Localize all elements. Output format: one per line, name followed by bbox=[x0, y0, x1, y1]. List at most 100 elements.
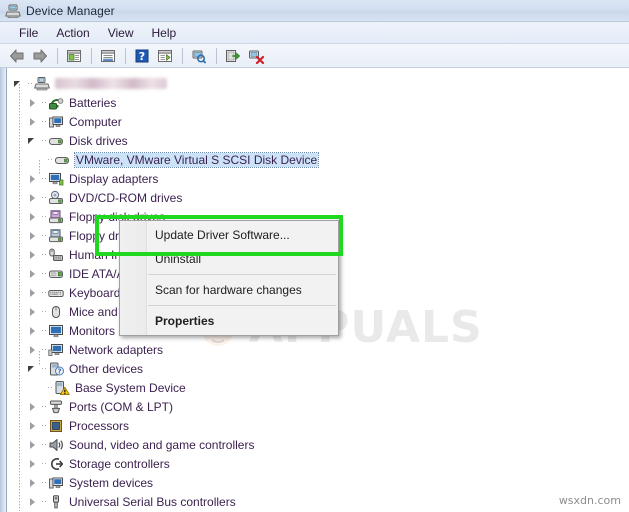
site-credit-text: wsxdn.com bbox=[558, 494, 621, 507]
properties-icon[interactable] bbox=[97, 46, 119, 66]
ctx-uninstall[interactable]: Uninstall bbox=[120, 247, 338, 271]
unknown-device-warning-icon bbox=[54, 380, 70, 396]
expander-collapsed-icon[interactable] bbox=[27, 306, 38, 317]
expander-collapsed-icon[interactable] bbox=[27, 344, 38, 355]
svg-text:?: ? bbox=[57, 367, 61, 375]
tree-item-disk-drives[interactable]: Disk drives bbox=[7, 131, 629, 150]
forward-arrow-icon[interactable] bbox=[29, 46, 51, 66]
expander-collapsed-icon[interactable] bbox=[27, 211, 38, 222]
tree-item-sound-video-game-controllers[interactable]: Sound, video and game controllers bbox=[7, 435, 629, 454]
menu-view[interactable]: View bbox=[99, 24, 143, 42]
menu-help[interactable]: Help bbox=[143, 24, 186, 42]
expander-collapsed-icon[interactable] bbox=[27, 268, 38, 279]
tree-guide-line-root bbox=[19, 84, 20, 511]
expander-collapsed-icon[interactable] bbox=[27, 116, 38, 127]
disk-drive-icon bbox=[48, 133, 64, 149]
expander-collapsed-icon[interactable] bbox=[27, 249, 38, 260]
tree-item-batteries[interactable]: Batteries bbox=[7, 93, 629, 112]
expander-collapsed-icon[interactable] bbox=[27, 325, 38, 336]
tree-item-label: Batteries bbox=[69, 95, 117, 110]
tree-item-other-devices[interactable]: ? Other devices bbox=[7, 359, 629, 378]
context-menu-separator-1 bbox=[148, 274, 336, 275]
computer-icon bbox=[48, 114, 64, 130]
tree-item-storage-controllers[interactable]: Storage controllers bbox=[7, 454, 629, 473]
toolbar-separator-5 bbox=[216, 47, 217, 64]
menu-action[interactable]: Action bbox=[47, 24, 98, 42]
update-driver-icon[interactable] bbox=[222, 46, 244, 66]
expander-expanded-icon[interactable] bbox=[27, 135, 38, 146]
tree-guide-line-disk bbox=[39, 160, 40, 174]
tree-guide-dots bbox=[41, 363, 48, 374]
floppy-drive-icon bbox=[48, 209, 64, 225]
expander-collapsed-icon[interactable] bbox=[27, 97, 38, 108]
tree-item-universal-serial-bus-controllers[interactable]: Universal Serial Bus controllers bbox=[7, 492, 629, 511]
tree-item-processors[interactable]: Processors bbox=[7, 416, 629, 435]
storage-controller-icon bbox=[48, 456, 64, 472]
usb-icon bbox=[48, 494, 64, 510]
ctx-properties[interactable]: Properties bbox=[120, 309, 338, 333]
ctx-scan-for-hardware-changes[interactable]: Scan for hardware changes bbox=[120, 278, 338, 302]
tree-item-display-adapters[interactable]: Display adapters bbox=[7, 169, 629, 188]
sound-icon bbox=[48, 437, 64, 453]
menu-file[interactable]: File bbox=[10, 24, 47, 42]
back-arrow-icon[interactable] bbox=[6, 46, 28, 66]
computer-root-icon bbox=[34, 76, 50, 92]
expander-collapsed-icon[interactable] bbox=[27, 401, 38, 412]
tree-guide-dots bbox=[41, 325, 48, 336]
tree-item-vmware-scsi-disk[interactable]: VMware, VMware Virtual S SCSI Disk Devic… bbox=[7, 150, 629, 169]
expander-collapsed-icon[interactable] bbox=[27, 420, 38, 431]
network-adapter-icon bbox=[48, 342, 64, 358]
toolbar-separator-1 bbox=[57, 47, 58, 64]
tree-item-ports-com-lpt[interactable]: Ports (COM & LPT) bbox=[7, 397, 629, 416]
show-hide-action-pane-icon[interactable] bbox=[154, 46, 176, 66]
tree-item-label: Disk drives bbox=[69, 133, 128, 148]
ports-icon bbox=[48, 399, 64, 415]
expander-collapsed-icon[interactable] bbox=[27, 439, 38, 450]
tree-guide-dots bbox=[41, 420, 48, 431]
expander-expanded-icon[interactable] bbox=[27, 363, 38, 374]
menu-bar: File Action View Help bbox=[0, 22, 629, 44]
root-label-redacted bbox=[55, 78, 167, 89]
tree-item-system-devices[interactable]: System devices bbox=[7, 473, 629, 492]
tree-item-label: Universal Serial Bus controllers bbox=[69, 494, 236, 509]
tree-guide-dots bbox=[41, 116, 48, 127]
help-icon[interactable]: ? bbox=[131, 46, 153, 66]
expander-collapsed-icon[interactable] bbox=[27, 230, 38, 241]
toolbar-separator-4 bbox=[182, 47, 183, 64]
tree-item-label: Keyboards bbox=[69, 285, 127, 300]
system-devices-icon bbox=[48, 475, 64, 491]
ide-controller-icon bbox=[48, 266, 64, 282]
expander-collapsed-icon[interactable] bbox=[27, 477, 38, 488]
processor-icon bbox=[48, 418, 64, 434]
tree-item-network-adapters[interactable]: Network adapters bbox=[7, 340, 629, 359]
tree-guide-dots bbox=[41, 306, 48, 317]
tree-guide-dots bbox=[41, 496, 48, 507]
expander-collapsed-icon[interactable] bbox=[27, 192, 38, 203]
display-adapter-icon bbox=[48, 171, 64, 187]
expander-collapsed-icon[interactable] bbox=[27, 496, 38, 507]
tree-root-node[interactable] bbox=[7, 74, 629, 93]
ctx-update-driver-software[interactable]: Update Driver Software... bbox=[120, 223, 338, 247]
tree-item-label: Display adapters bbox=[69, 171, 159, 186]
expander-collapsed-icon[interactable] bbox=[27, 287, 38, 298]
expander-collapsed-icon[interactable] bbox=[27, 458, 38, 469]
show-hide-console-tree-icon[interactable] bbox=[63, 46, 85, 66]
tree-guide-dots bbox=[41, 230, 48, 241]
tree-item-dvd-cdrom-drives[interactable]: DVD/CD-ROM drives bbox=[7, 188, 629, 207]
tree-guide-line-other bbox=[39, 351, 40, 365]
tree-item-computer[interactable]: Computer bbox=[7, 112, 629, 131]
tree-item-label: System devices bbox=[69, 475, 154, 490]
uninstall-device-icon[interactable] bbox=[245, 46, 267, 66]
other-devices-icon: ? bbox=[48, 361, 64, 377]
tree-item-label: Other devices bbox=[69, 361, 144, 376]
tree-item-base-system-device[interactable]: Base System Device bbox=[7, 378, 629, 397]
toolbar-separator-2 bbox=[91, 47, 92, 64]
disk-icon bbox=[54, 152, 70, 168]
svg-text:?: ? bbox=[139, 50, 145, 63]
tree-item-label: Base System Device bbox=[75, 380, 186, 395]
tree-guide-dots bbox=[41, 268, 48, 279]
device-tree-pane: Batteries Computer Disk drives VMware, V… bbox=[6, 68, 629, 512]
expander-collapsed-icon[interactable] bbox=[27, 173, 38, 184]
scan-hardware-changes-icon[interactable] bbox=[188, 46, 210, 66]
context-menu: Update Driver Software... Uninstall Scan… bbox=[119, 220, 339, 336]
